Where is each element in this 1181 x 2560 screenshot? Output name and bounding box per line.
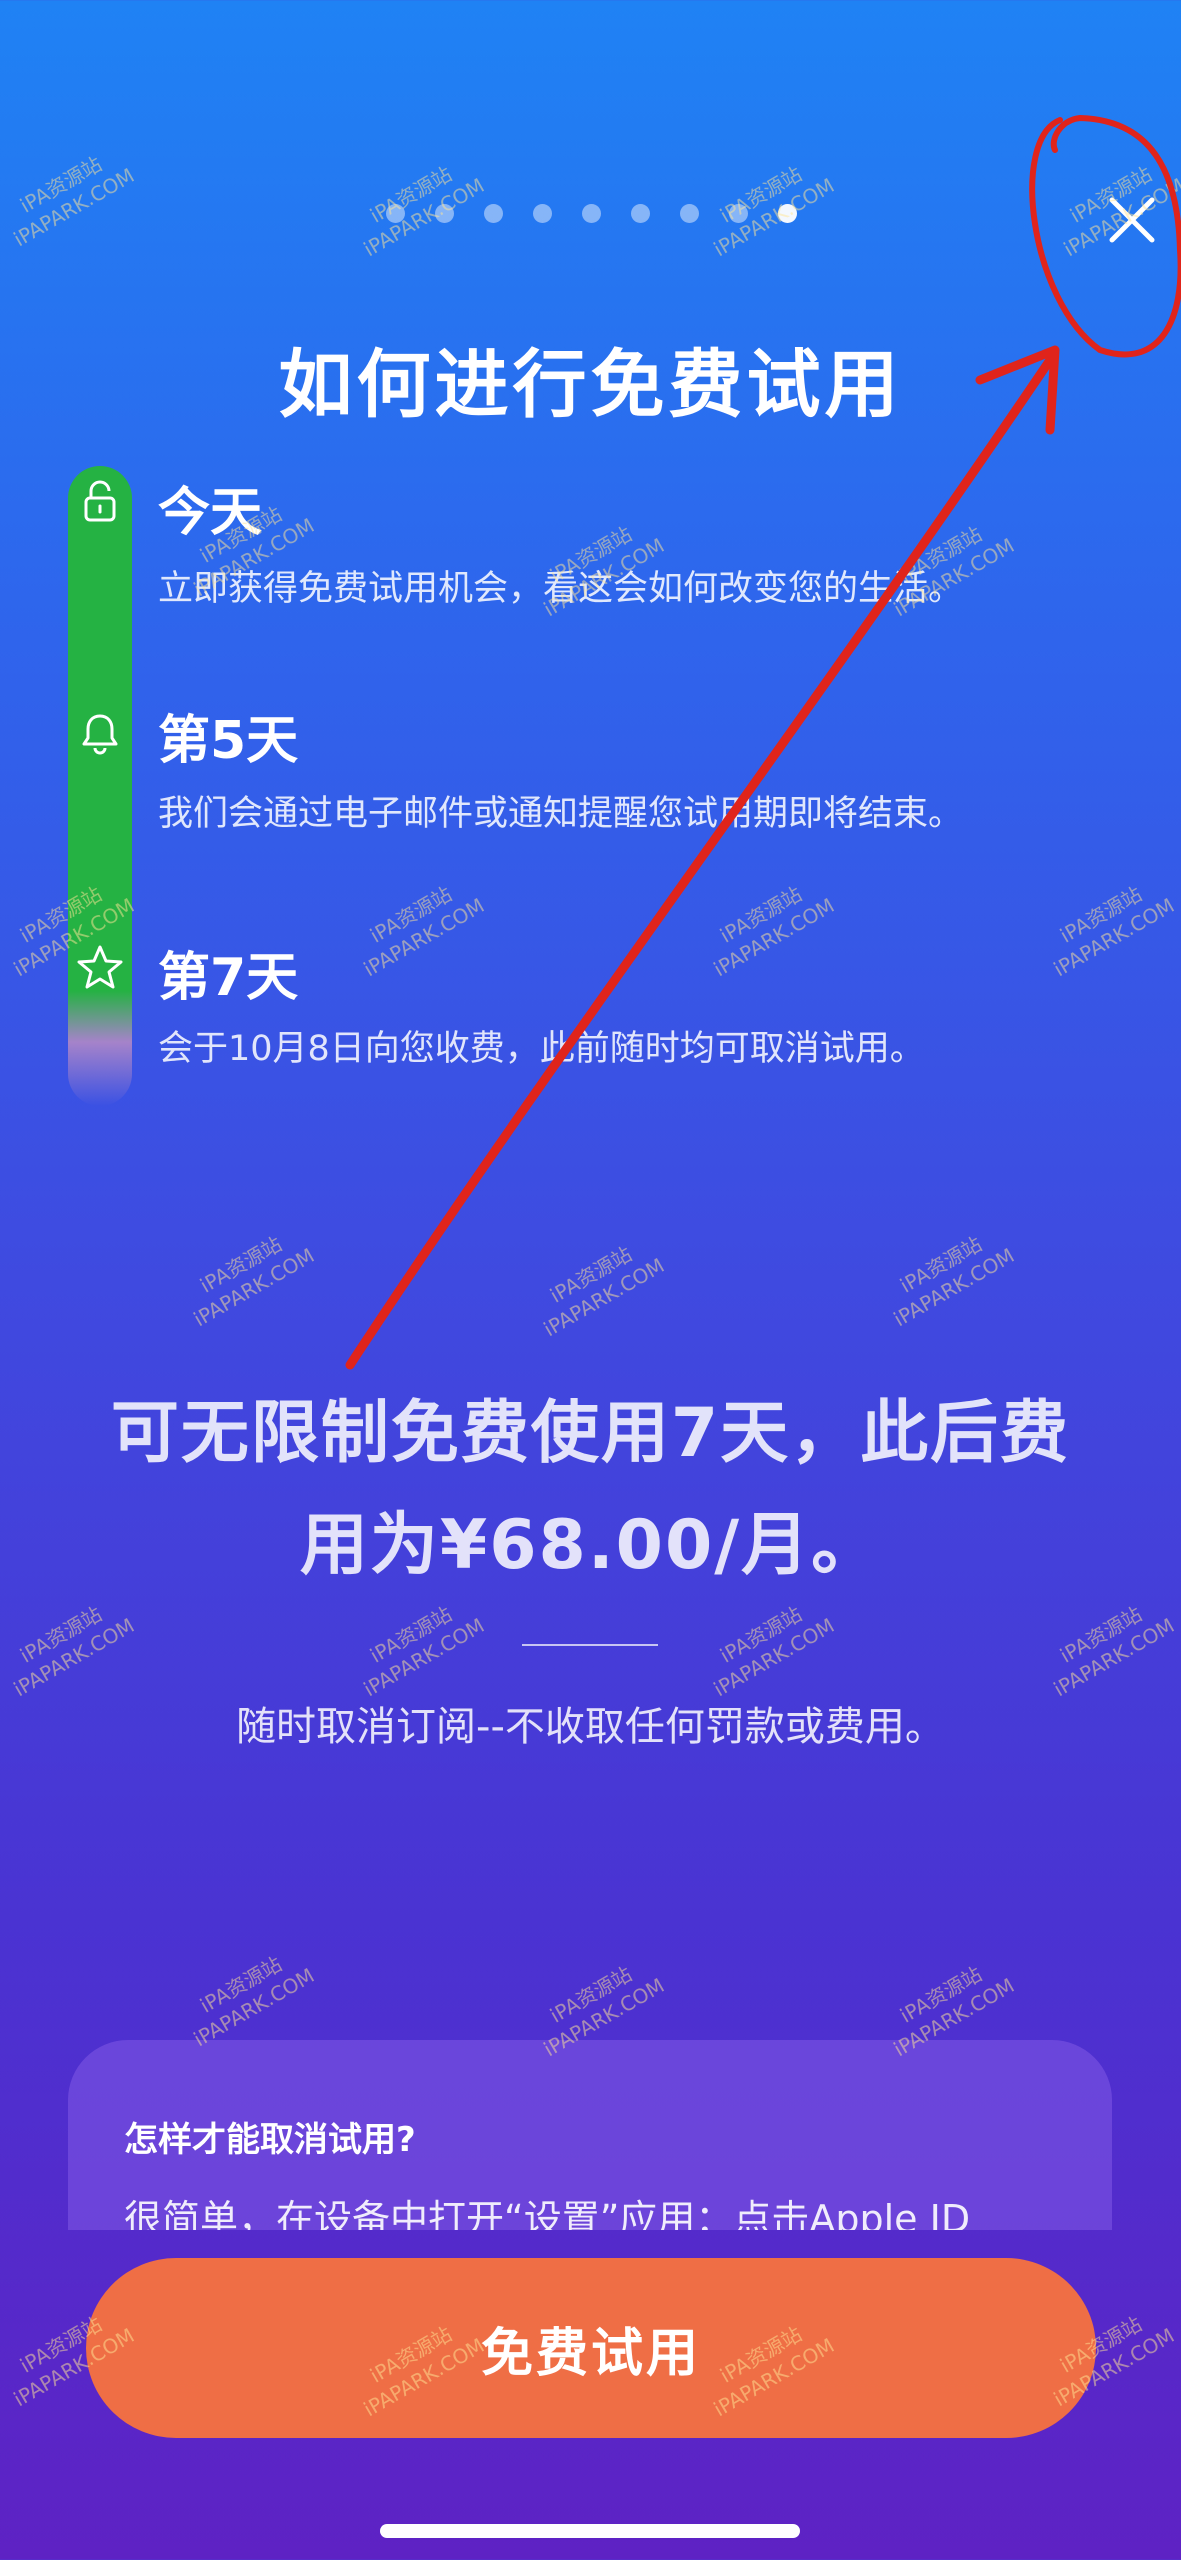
watermark: iPA资源站 iPAPARK.COM: [709, 881, 839, 982]
offer-line: 可无限制免费使用7天，此后费: [110, 1394, 1071, 1473]
unlock-icon: [84, 480, 116, 522]
cancel-note: 随时取消订阅--不收取任何罚款或费用。: [236, 1704, 945, 1750]
page-dot[interactable]: [582, 204, 601, 223]
watermark: iPA资源站 iPAPARK.COM: [9, 151, 139, 252]
free-trial-button-label: 免费试用: [480, 2323, 701, 2384]
page-dot[interactable]: [533, 204, 552, 223]
timeline-step-desc: 会于10月8日向您收费，此前随时均可取消试用。: [158, 1029, 925, 1069]
watermark: iPA资源站 iPAPARK.COM: [359, 1601, 489, 1702]
watermark: iPA资源站 iPAPARK.COM: [359, 881, 489, 982]
watermark: iPA资源站 iPAPARK.COM: [189, 1951, 319, 2052]
home-indicator: [380, 2524, 800, 2538]
timeline-track: [68, 466, 132, 1106]
free-trial-button[interactable]: 免费试用: [86, 2258, 1096, 2438]
watermark: iPA资源站 iPAPARK.COM: [709, 161, 839, 262]
watermark: iPA资源站 iPAPARK.COM: [889, 1231, 1019, 1332]
timeline-step-title: 第7天: [158, 948, 299, 1008]
faq-card: 怎样才能取消试用? 很简单，在设备中打开“设置”应用：点击Apple ID: [68, 2040, 1112, 2230]
divider: [522, 1644, 658, 1646]
bell-icon: [82, 714, 118, 755]
watermark: iPA资源站 iPAPARK.COM: [539, 1241, 669, 1342]
faq-question: 怎样才能取消试用?: [124, 2120, 416, 2160]
watermark: iPA资源站 iPAPARK.COM: [709, 1601, 839, 1702]
faq-answer: 很简单，在设备中打开“设置”应用：点击Apple ID: [124, 2197, 971, 2230]
watermark: iPA资源站 iPAPARK.COM: [1049, 1601, 1179, 1702]
offer-line: 用为¥68.00/月。: [299, 1506, 882, 1585]
annotation-arrow-shaft: [345, 355, 1055, 1370]
page-title: 如何进行免费试用: [278, 342, 903, 428]
timeline-step-desc: 我们会通过电子邮件或通知提醒您试用期即将结束。: [158, 794, 964, 834]
offer-text: 可无限制免费使用7天，此后费 用为¥68.00/月。: [0, 1378, 1181, 1602]
watermark: iPA资源站 iPAPARK.COM: [9, 1601, 139, 1702]
watermark: iPA资源站 iPAPARK.COM: [189, 1231, 319, 1332]
page-dot[interactable]: [680, 204, 699, 223]
page-dot[interactable]: [484, 204, 503, 223]
page-dot[interactable]: [631, 204, 650, 223]
timeline-step-title: 第5天: [158, 711, 299, 771]
watermark: iPA资源站 iPAPARK.COM: [1049, 881, 1179, 982]
star-icon: [77, 945, 123, 989]
watermark: iPA资源站 iPAPARK.COM: [359, 161, 489, 262]
